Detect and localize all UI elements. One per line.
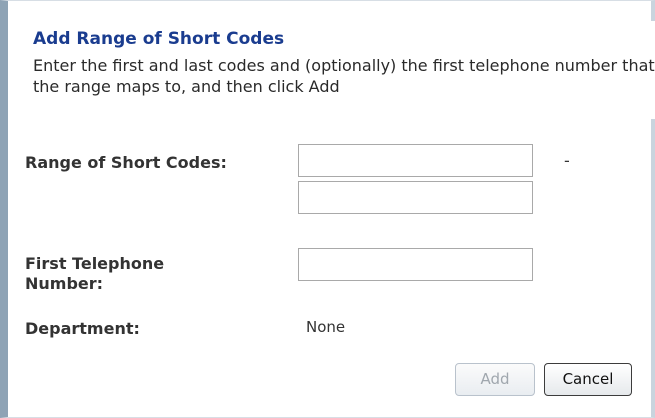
range-last-code-input[interactable] [298, 181, 533, 214]
dialog-title: Add Range of Short Codes [33, 29, 285, 49]
first-phone-label: First Telephone Number: [25, 254, 164, 294]
first-phone-input[interactable] [298, 248, 533, 281]
first-phone-label-line1: First Telephone [25, 254, 165, 273]
cancel-button[interactable]: Cancel [544, 363, 632, 396]
dialog-header: Add Range of Short Codes Enter the first… [16, 21, 655, 119]
department-label: Department: [25, 319, 140, 338]
range-first-code-input[interactable] [298, 144, 533, 177]
range-separator: - [564, 151, 570, 170]
range-label: Range of Short Codes: [25, 153, 227, 172]
first-phone-label-line2: Number: [25, 274, 104, 293]
add-button[interactable]: Add [455, 363, 535, 396]
add-short-codes-dialog: Add Range of Short Codes Enter the first… [0, 0, 655, 418]
dialog-instructions: Enter the first and last codes and (opti… [33, 56, 655, 96]
department-value: None [306, 318, 346, 336]
